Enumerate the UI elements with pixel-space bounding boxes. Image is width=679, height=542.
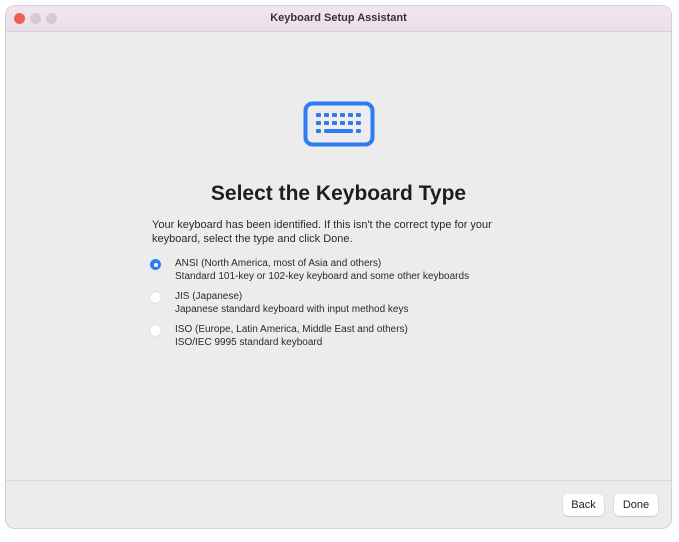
intro-line-1: Your keyboard has been identified. If th… xyxy=(152,219,492,231)
window-title: Keyboard Setup Assistant xyxy=(270,12,407,24)
keyboard-icon xyxy=(303,101,375,147)
done-button[interactable]: Done xyxy=(614,494,658,516)
intro-line-2: keyboard, select the type and click Done… xyxy=(152,233,353,245)
option-description: Japanese standard keyboard with input me… xyxy=(175,303,409,315)
radio-ansi[interactable] xyxy=(150,259,161,270)
option-label: ISO (Europe, Latin America, Middle East … xyxy=(175,324,408,335)
intro-text: Your keyboard has been identified. If th… xyxy=(152,218,532,246)
page-title: Select the Keyboard Type xyxy=(210,182,467,205)
option-description: ISO/IEC 9995 standard keyboard xyxy=(175,336,323,348)
footer-divider xyxy=(6,480,671,481)
radio-jis[interactable] xyxy=(150,292,161,303)
back-button[interactable]: Back xyxy=(563,494,604,516)
option-label: JIS (Japanese) xyxy=(175,291,243,302)
option-description: Standard 101-key or 102-key keyboard and… xyxy=(175,270,470,282)
keyboard-setup-window: Keyboard Setup Assistant Select the Keyb… xyxy=(6,6,671,528)
radio-iso[interactable] xyxy=(150,325,161,336)
option-label: ANSI (North America, most of Asia and ot… xyxy=(175,258,382,269)
title-bar: Keyboard Setup Assistant xyxy=(6,6,671,32)
